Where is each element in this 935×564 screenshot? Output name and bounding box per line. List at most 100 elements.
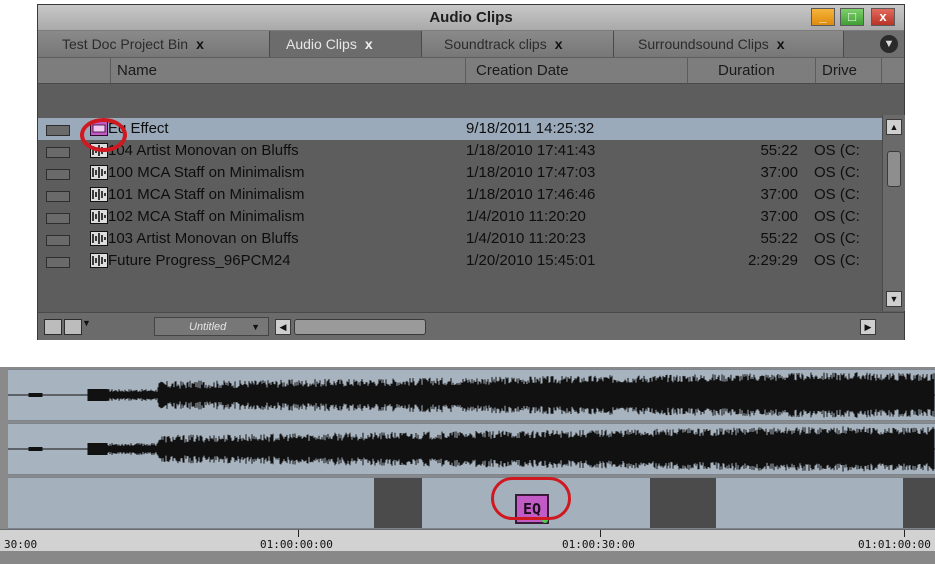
effect-track[interactable]: EQ bbox=[8, 477, 935, 529]
close-tab-icon[interactable]: x bbox=[196, 36, 204, 52]
clip-creation-date: 9/18/2011 14:25:32 bbox=[466, 120, 595, 137]
clip-name: 103 Artist Monovan on Bluffs bbox=[108, 230, 299, 247]
timecode-label: 01:00:30:00 bbox=[562, 538, 635, 551]
row-checkbox[interactable] bbox=[46, 213, 70, 224]
bin-window: Audio Clips _ □ x Test Doc Project Bin x … bbox=[37, 4, 905, 340]
row-checkbox[interactable] bbox=[46, 169, 70, 180]
waveform bbox=[8, 372, 935, 418]
waveform bbox=[8, 426, 935, 472]
clip-creation-date: 1/18/2010 17:41:43 bbox=[466, 142, 596, 159]
clip-name: Future Progress_96PCM24 bbox=[108, 252, 291, 269]
filler-segment bbox=[903, 478, 935, 528]
bin-tabs: Test Doc Project Bin x Audio Clips x Sound… bbox=[38, 31, 904, 57]
horizontal-scrollbar-thumb[interactable] bbox=[294, 319, 426, 335]
list-item[interactable]: Future Progress_96PCM24 1/20/2010 15:45:… bbox=[38, 250, 882, 272]
close-tab-icon[interactable]: x bbox=[777, 36, 785, 52]
close-button[interactable]: x bbox=[871, 8, 895, 26]
list-item[interactable]: 101 MCA Staff on Minimalism 1/18/2010 17… bbox=[38, 184, 882, 206]
header-drive[interactable]: Drive bbox=[816, 58, 882, 83]
vertical-scrollbar[interactable]: ▲ ▼ bbox=[882, 115, 905, 311]
audio-clip-icon bbox=[90, 231, 108, 246]
list-item[interactable]: 103 Artist Monovan on Bluffs 1/4/2010 11… bbox=[38, 228, 882, 250]
timecode-label: 30:00 bbox=[4, 538, 38, 551]
list-item[interactable]: 100 MCA Staff on Minimalism 1/18/2010 17… bbox=[38, 162, 882, 184]
audio-clip-icon bbox=[90, 165, 108, 180]
close-tab-icon[interactable]: x bbox=[555, 36, 563, 52]
view-menu-icon[interactable]: ▼ bbox=[82, 318, 91, 328]
tab-audio-clips[interactable]: Audio Clips x bbox=[270, 31, 422, 57]
audio-clip-icon bbox=[90, 253, 108, 268]
header-name[interactable]: Name bbox=[111, 58, 466, 83]
tab-surroundsound-clips[interactable]: Surroundsound Clips x bbox=[614, 31, 844, 57]
clip-duration: 37:00 bbox=[760, 186, 798, 203]
maximize-button[interactable]: □ bbox=[840, 8, 864, 26]
clip-duration: 2:29:29 bbox=[747, 252, 798, 269]
clip-creation-date: 1/18/2010 17:46:46 bbox=[466, 186, 596, 203]
filler-segment bbox=[650, 478, 716, 528]
scroll-left-icon[interactable]: ◀ bbox=[275, 319, 291, 335]
scrollbar-thumb[interactable] bbox=[887, 151, 901, 187]
bin-view-icon[interactable] bbox=[44, 319, 62, 335]
audio-track-2[interactable] bbox=[8, 423, 935, 475]
clip-duration: 55:22 bbox=[760, 142, 798, 159]
clip-name: 100 MCA Staff on Minimalism bbox=[108, 164, 305, 181]
timecode-label: 01:01:00:00 bbox=[858, 538, 931, 551]
tab-label: Surroundsound Clips bbox=[638, 36, 769, 52]
column-headers: Name Creation Date Duration Drive bbox=[38, 58, 904, 84]
timecode-ruler[interactable]: 30:00 01:00:00:00 01:00:30:00 01:01:00:0… bbox=[0, 529, 935, 552]
clip-duration: 55:22 bbox=[760, 230, 798, 247]
title-bar[interactable]: Audio Clips _ □ x bbox=[38, 5, 904, 31]
list-item[interactable]: 104 Artist Monovan on Bluffs 1/18/2010 1… bbox=[38, 140, 882, 162]
tab-label: Test Doc Project Bin bbox=[62, 36, 189, 52]
frame-view-icon[interactable] bbox=[64, 319, 82, 335]
row-checkbox[interactable] bbox=[46, 125, 70, 136]
clip-creation-date: 1/4/2010 11:20:20 bbox=[466, 208, 586, 225]
clip-drive: OS (C: bbox=[814, 186, 860, 203]
timecode-label: 01:00:00:00 bbox=[260, 538, 333, 551]
bin-view-selector[interactable]: Untitled ▼ bbox=[154, 317, 269, 336]
clip-duration: 37:00 bbox=[760, 164, 798, 181]
chevron-down-icon: ▼ bbox=[251, 322, 260, 332]
scroll-up-icon[interactable]: ▲ bbox=[886, 119, 902, 135]
tab-label: Audio Clips bbox=[286, 36, 357, 52]
clip-drive: OS (C: bbox=[814, 230, 860, 247]
tab-soundtrack-clips[interactable]: Soundtrack clips x bbox=[422, 31, 614, 57]
bin-footer: ▼ Untitled ▼ ◀ ▶ bbox=[38, 312, 904, 340]
row-checkbox[interactable] bbox=[46, 257, 70, 268]
clip-name: 104 Artist Monovan on Bluffs bbox=[108, 142, 299, 159]
audio-clip-icon bbox=[90, 209, 108, 224]
list-item[interactable]: Eq Effect 9/18/2011 14:25:32 bbox=[38, 118, 882, 140]
row-checkbox[interactable] bbox=[46, 147, 70, 158]
timeline: EQ 30:00 01:00:00:00 01:00:30:00 01:01:0… bbox=[0, 367, 935, 564]
header-duration[interactable]: Duration bbox=[688, 58, 816, 83]
highlight-circle bbox=[491, 477, 571, 520]
audio-track-1[interactable] bbox=[8, 369, 935, 421]
tab-menu-icon[interactable]: ▼ bbox=[880, 35, 898, 53]
scroll-down-icon[interactable]: ▼ bbox=[886, 291, 902, 307]
bin-view-name: Untitled bbox=[189, 321, 227, 333]
clip-creation-date: 1/18/2010 17:47:03 bbox=[466, 164, 596, 181]
header-creation-date[interactable]: Creation Date bbox=[466, 58, 688, 83]
list-item[interactable]: 102 MCA Staff on Minimalism 1/4/2010 11:… bbox=[38, 206, 882, 228]
clip-name: 101 MCA Staff on Minimalism bbox=[108, 186, 305, 203]
clip-creation-date: 1/4/2010 11:20:23 bbox=[466, 230, 586, 247]
tab-label: Soundtrack clips bbox=[444, 36, 547, 52]
row-checkbox[interactable] bbox=[46, 235, 70, 246]
clip-duration: 37:00 bbox=[760, 208, 798, 225]
clip-name: 102 MCA Staff on Minimalism bbox=[108, 208, 305, 225]
window-title: Audio Clips bbox=[429, 9, 513, 26]
highlight-circle bbox=[80, 118, 127, 152]
tab-test-doc-project-bin[interactable]: Test Doc Project Bin x bbox=[38, 31, 270, 57]
clip-creation-date: 1/20/2010 15:45:01 bbox=[466, 252, 596, 269]
ruler-tick bbox=[600, 530, 601, 537]
clip-drive: OS (C: bbox=[814, 208, 860, 225]
clip-drive: OS (C: bbox=[814, 252, 860, 269]
clip-drive: OS (C: bbox=[814, 164, 860, 181]
scroll-right-icon[interactable]: ▶ bbox=[860, 319, 876, 335]
ruler-tick bbox=[904, 530, 905, 537]
minimize-button[interactable]: _ bbox=[811, 8, 835, 26]
close-tab-icon[interactable]: x bbox=[365, 36, 373, 52]
clip-drive: OS (C: bbox=[814, 142, 860, 159]
ruler-tick bbox=[298, 530, 299, 537]
row-checkbox[interactable] bbox=[46, 191, 70, 202]
